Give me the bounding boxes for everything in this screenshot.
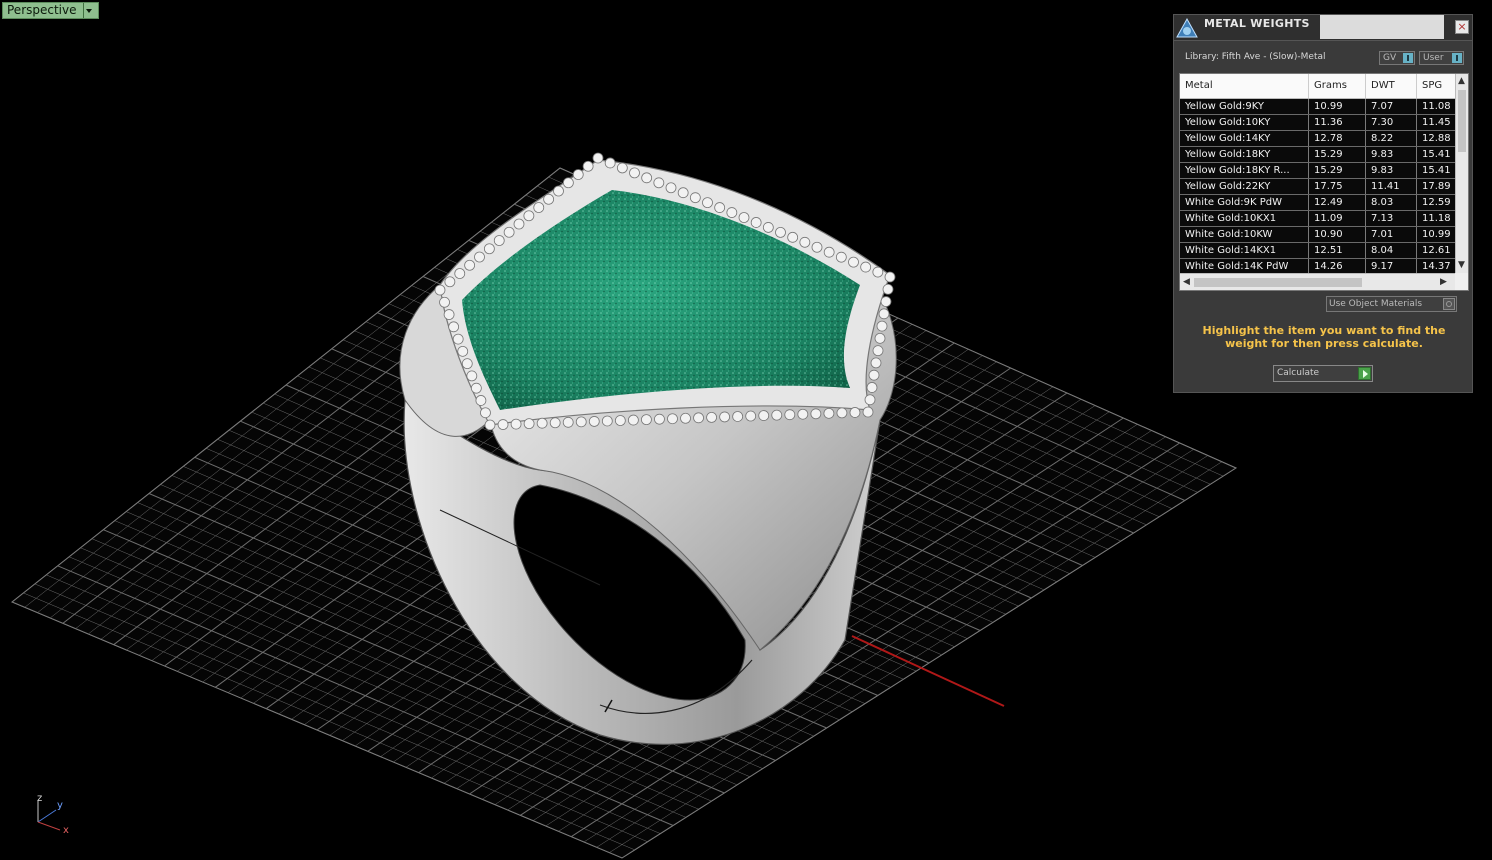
gv-toggle[interactable]: GV — [1379, 51, 1415, 65]
table-cell: 12.59 — [1422, 197, 1451, 208]
gv-toggle-label: GV — [1383, 53, 1397, 63]
table-cell: 9.83 — [1366, 147, 1417, 162]
scroll-left-icon[interactable]: ◀ — [1183, 277, 1190, 287]
table-cell: 9.83 — [1366, 163, 1417, 178]
play-icon[interactable] — [1358, 367, 1371, 380]
scroll-up-icon[interactable]: ▲ — [1458, 76, 1465, 86]
table-cell: White Gold:10KW — [1180, 227, 1309, 242]
table-cell: Yellow Gold:10KY — [1180, 115, 1309, 130]
column-header-metal[interactable]: Metal — [1180, 74, 1309, 98]
table-row[interactable]: White Gold:10KW 10.90 7.01 10.99 — [1180, 227, 1455, 243]
table-cell: Yellow Gold:9KY — [1180, 99, 1309, 114]
toggle-icon — [1403, 53, 1413, 63]
table-cell: White Gold:10KX1 — [1180, 211, 1309, 226]
table-cell: 7.13 — [1366, 211, 1417, 226]
app-logo-icon — [1176, 18, 1198, 38]
table-row[interactable]: Yellow Gold:18KY 15.29 9.83 15.41 — [1180, 147, 1455, 163]
user-toggle-label: User — [1423, 53, 1444, 63]
table-horizontal-scrollbar[interactable]: ◀ ▶ — [1180, 273, 1455, 290]
table-cell: 11.36 — [1309, 115, 1366, 130]
chevron-down-icon[interactable] — [82, 3, 94, 18]
table-cell: 8.04 — [1366, 243, 1417, 258]
scroll-thumb[interactable] — [1458, 90, 1466, 152]
table-cell: Yellow Gold:18KY — [1180, 147, 1309, 162]
table-row[interactable]: White Gold:10KX1 11.09 7.13 11.18 — [1180, 211, 1455, 227]
axis-z-label: z — [37, 793, 42, 804]
axis-y-label: y — [57, 800, 63, 811]
use-object-materials-label: Use Object Materials — [1329, 299, 1423, 309]
table-cell: 12.78 — [1309, 131, 1366, 146]
table-cell: White Gold:14KX1 — [1180, 243, 1309, 258]
table-cell: Yellow Gold:14KY — [1180, 131, 1309, 146]
table-header: Metal Grams DWT SPG — [1180, 74, 1455, 99]
table-cell: 10.90 — [1309, 227, 1366, 242]
table-cell: 15.41 — [1422, 149, 1451, 160]
table-row[interactable]: Yellow Gold:10KY 11.36 7.30 11.45 — [1180, 115, 1455, 131]
scroll-down-icon[interactable]: ▼ — [1458, 260, 1465, 270]
table-cell: 7.07 — [1366, 99, 1417, 114]
table-cell: 14.26 — [1309, 259, 1366, 273]
table-cell: 12.88 — [1422, 133, 1451, 144]
scroll-right-icon[interactable]: ▶ — [1440, 277, 1447, 287]
table-cell: 17.89 — [1422, 181, 1451, 192]
library-label: Library: Fifth Ave - (Slow)-Metal — [1185, 52, 1326, 62]
calculate-label: Calculate — [1277, 368, 1320, 378]
column-header-spg[interactable]: SPG — [1417, 74, 1455, 98]
table-cell: Yellow Gold:18KY R... — [1180, 163, 1309, 178]
table-row[interactable]: White Gold:14KX1 12.51 8.04 12.61 — [1180, 243, 1455, 259]
table-cell: 17.75 — [1309, 179, 1366, 194]
close-button[interactable]: × — [1455, 20, 1469, 34]
table-cell: White Gold:14K PdW — [1180, 259, 1309, 273]
axis-gizmo: z y x — [37, 793, 69, 836]
table-cell: 15.29 — [1309, 163, 1366, 178]
table-cell: 7.30 — [1366, 115, 1417, 130]
table-cell: 15.41 — [1422, 165, 1451, 176]
table-cell: Yellow Gold:22KY — [1180, 179, 1309, 194]
table-row[interactable]: Yellow Gold:14KY 12.78 8.22 12.88 — [1180, 131, 1455, 147]
table-cell: 10.99 — [1422, 229, 1451, 240]
toggle-icon — [1452, 53, 1462, 63]
table-cell: 9.17 — [1366, 259, 1417, 273]
use-object-materials-toggle[interactable]: Use Object Materials — [1326, 296, 1457, 312]
table-cell: 8.03 — [1366, 195, 1417, 210]
user-toggle[interactable]: User — [1419, 51, 1464, 65]
table-cell: 12.49 — [1309, 195, 1366, 210]
table-cell: 12.51 — [1309, 243, 1366, 258]
table-cell: 14.37 — [1422, 261, 1451, 272]
table-cell: 11.08 — [1422, 101, 1451, 112]
table-vertical-scrollbar[interactable]: ▲ ▼ — [1455, 74, 1468, 273]
table-cell: 10.99 — [1309, 99, 1366, 114]
table-cell: 11.18 — [1422, 213, 1451, 224]
calculate-button[interactable]: Calculate — [1273, 365, 1373, 382]
panel-titlebar[interactable]: METAL WEIGHTS × — [1174, 15, 1472, 41]
viewport-label: Perspective — [7, 3, 77, 17]
table-cell: 11.09 — [1309, 211, 1366, 226]
table-cell: 11.45 — [1422, 117, 1451, 128]
table-row[interactable]: White Gold:14K PdW 14.26 9.17 14.37 — [1180, 259, 1455, 273]
metal-weights-panel: METAL WEIGHTS × Library: Fifth Ave - (Sl… — [1173, 14, 1473, 393]
table-cell: 11.41 — [1366, 179, 1417, 194]
table-row[interactable]: Yellow Gold:22KY 17.75 11.41 17.89 — [1180, 179, 1455, 195]
column-header-grams[interactable]: Grams — [1309, 74, 1366, 98]
table-cell: 15.29 — [1309, 147, 1366, 162]
panel-title: METAL WEIGHTS — [1204, 17, 1310, 30]
table-row[interactable]: White Gold:9K PdW 12.49 8.03 12.59 — [1180, 195, 1455, 211]
axis-x-label: x — [63, 825, 69, 836]
column-header-dwt[interactable]: DWT — [1366, 74, 1417, 98]
table-cell: 7.01 — [1366, 227, 1417, 242]
table-row[interactable]: Yellow Gold:9KY 10.99 7.07 11.08 — [1180, 99, 1455, 115]
table-cell: White Gold:9K PdW — [1180, 195, 1309, 210]
title-tab-area — [1320, 15, 1444, 39]
checkbox-icon[interactable] — [1443, 298, 1455, 310]
table-cell: 12.61 — [1422, 245, 1451, 256]
viewport-label-button[interactable]: Perspective — [2, 2, 99, 19]
instruction-text: Highlight the item you want to find the … — [1202, 324, 1446, 350]
metal-table[interactable]: Metal Grams DWT SPG Yellow Gold:9KY 10.99… — [1179, 73, 1469, 291]
table-cell: 8.22 — [1366, 131, 1417, 146]
metal-table-grid: Metal Grams DWT SPG Yellow Gold:9KY 10.99… — [1180, 74, 1455, 273]
table-row[interactable]: Yellow Gold:18KY R... 15.29 9.83 15.41 — [1180, 163, 1455, 179]
scroll-thumb[interactable] — [1194, 278, 1362, 287]
